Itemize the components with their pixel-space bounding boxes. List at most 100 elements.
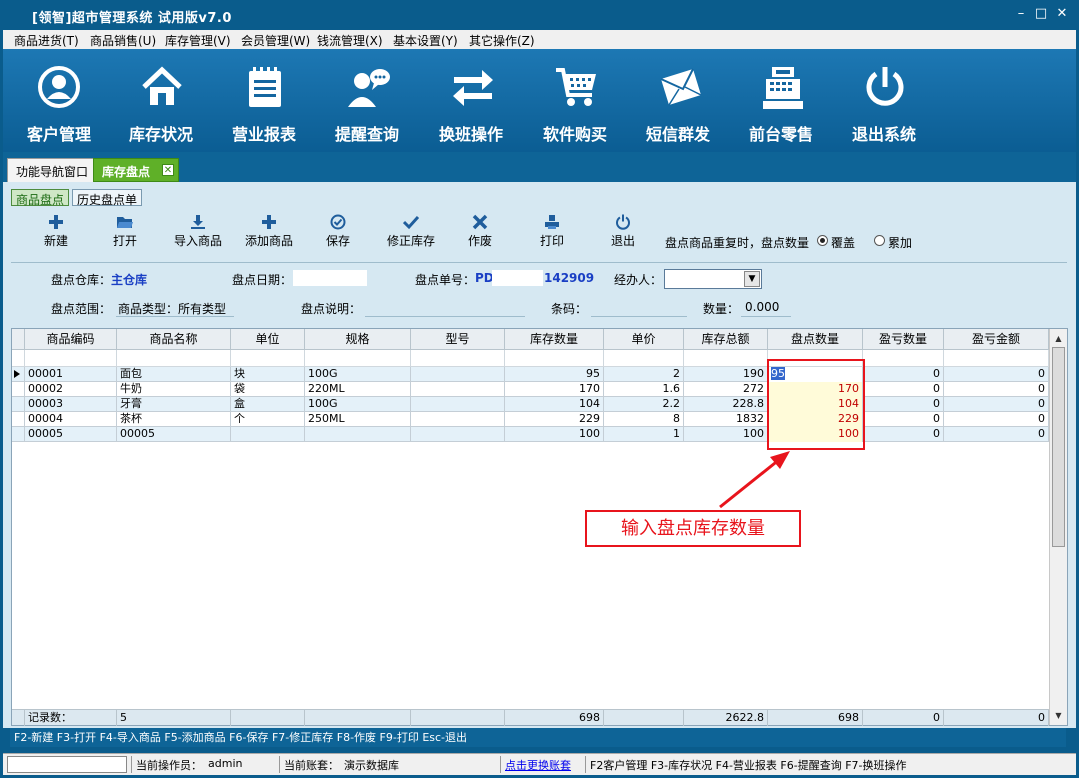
quantity-value[interactable]: 0.000 (745, 300, 779, 314)
add-goods-button[interactable]: 添加商品 (241, 214, 297, 252)
cell-unit[interactable]: 块 (231, 367, 305, 382)
cell-diff-amount[interactable]: 0 (944, 397, 1049, 412)
switch-account-link[interactable]: 点击更换账套 (505, 757, 571, 773)
tab-navigation-window[interactable]: 功能导航窗口 (7, 158, 98, 182)
cell-diff-amount[interactable]: 0 (944, 382, 1049, 397)
cell-model[interactable] (411, 367, 505, 382)
nav-customer-button[interactable]: 客户管理 (9, 49, 109, 152)
cell-name[interactable]: 00005 (117, 427, 231, 442)
nav-sms-button[interactable]: 短信群发 (628, 49, 728, 152)
cell-diff-qty[interactable]: 0 (863, 427, 944, 442)
cell-model[interactable] (411, 382, 505, 397)
cell-model[interactable] (411, 397, 505, 412)
tab-stock-check[interactable]: 库存盘点 ✕ (93, 158, 179, 182)
close-icon[interactable]: ✕ (1054, 6, 1070, 22)
barcode-field[interactable] (591, 316, 687, 317)
filter-cell[interactable] (684, 350, 768, 367)
cell-spec[interactable]: 250ML (305, 412, 411, 427)
filter-cell[interactable] (25, 350, 117, 367)
cell-code[interactable]: 00004 (25, 412, 117, 427)
void-button[interactable]: 作废 (463, 214, 497, 252)
table-row[interactable]: 00001 面包 块 100G 95 2 190 95 0 0 (12, 367, 1049, 382)
filter-cell[interactable] (117, 350, 231, 367)
cell-stock-total[interactable]: 190 (684, 367, 768, 382)
menu-other[interactable]: 其它操作(Z) (469, 32, 535, 49)
cell-diff-qty[interactable]: 0 (863, 412, 944, 427)
cell-name[interactable]: 茶杯 (117, 412, 231, 427)
nav-reminder-button[interactable]: 提醒查询 (317, 49, 417, 152)
cell-stock-total[interactable]: 100 (684, 427, 768, 442)
cell-diff-qty[interactable]: 0 (863, 382, 944, 397)
nav-shift-button[interactable]: 换班操作 (421, 49, 521, 152)
exit-button[interactable]: 退出 (606, 214, 640, 252)
cell-stock-qty[interactable]: 100 (505, 427, 604, 442)
scroll-down-icon[interactable]: ▼ (1051, 708, 1066, 723)
accumulate-radio[interactable] (874, 235, 885, 246)
cell-stock-qty[interactable]: 170 (505, 382, 604, 397)
date-field[interactable] (293, 270, 367, 286)
column-header[interactable]: 商品编码 (25, 329, 117, 350)
cell-price[interactable]: 2.2 (604, 397, 684, 412)
nav-retail-button[interactable]: 前台零售 (731, 49, 831, 152)
table-row[interactable]: 00005 00005 100 1 100 100 0 0 (12, 427, 1049, 442)
menu-cashflow[interactable]: 钱流管理(X) (317, 32, 383, 49)
cell-diff-amount[interactable]: 0 (944, 367, 1049, 382)
handler-select[interactable]: ▼ (664, 269, 762, 289)
column-header[interactable]: 单位 (231, 329, 305, 350)
column-header[interactable]: 单价 (604, 329, 684, 350)
scroll-up-icon[interactable]: ▲ (1051, 331, 1066, 346)
print-button[interactable]: 打印 (535, 214, 569, 252)
table-row[interactable]: 00003 牙膏 盒 100G 104 2.2 228.8 104 0 0 (12, 397, 1049, 412)
cell-spec[interactable] (305, 427, 411, 442)
cell-stock-total[interactable]: 1832 (684, 412, 768, 427)
filter-cell[interactable] (231, 350, 305, 367)
cell-unit[interactable]: 个 (231, 412, 305, 427)
menu-members[interactable]: 会员管理(W) (241, 32, 310, 49)
cell-spec[interactable]: 100G (305, 367, 411, 382)
grid-vertical-scrollbar[interactable]: ▲ ▼ (1049, 329, 1067, 725)
cell-spec[interactable]: 100G (305, 397, 411, 412)
cell-model[interactable] (411, 427, 505, 442)
cell-price[interactable]: 1.6 (604, 382, 684, 397)
menu-settings[interactable]: 基本设置(Y) (393, 32, 458, 49)
cell-unit[interactable]: 袋 (231, 382, 305, 397)
filter-cell[interactable] (944, 350, 1049, 367)
cell-stock-qty[interactable]: 95 (505, 367, 604, 382)
cell-code[interactable]: 00002 (25, 382, 117, 397)
column-header[interactable]: 盘点数量 (768, 329, 863, 350)
fix-stock-button[interactable]: 修正库存 (383, 214, 439, 252)
cell-name[interactable]: 牛奶 (117, 382, 231, 397)
cell-code[interactable]: 00001 (25, 367, 117, 382)
menu-sales[interactable]: 商品销售(U) (90, 32, 156, 49)
cell-stock-total[interactable]: 272 (684, 382, 768, 397)
column-header[interactable]: 库存总额 (684, 329, 768, 350)
open-button[interactable]: 打开 (108, 214, 142, 252)
maximize-icon[interactable]: □ (1033, 6, 1049, 22)
table-row[interactable]: 00004 茶杯 个 250ML 229 8 1832 229 0 0 (12, 412, 1049, 427)
new-button[interactable]: 新建 (39, 214, 73, 252)
menu-purchase[interactable]: 商品进货(T) (14, 32, 79, 49)
column-header[interactable]: 盈亏数量 (863, 329, 944, 350)
column-header[interactable]: 商品名称 (117, 329, 231, 350)
nav-purchase-button[interactable]: 软件购买 (525, 49, 625, 152)
cell-diff-amount[interactable]: 0 (944, 412, 1049, 427)
column-header[interactable]: 型号 (411, 329, 505, 350)
save-button[interactable]: 保存 (321, 214, 355, 252)
filter-cell[interactable] (411, 350, 505, 367)
filter-cell[interactable] (505, 350, 604, 367)
cell-name[interactable]: 牙膏 (117, 397, 231, 412)
column-header[interactable]: 规格 (305, 329, 411, 350)
cell-code[interactable]: 00005 (25, 427, 117, 442)
nav-exit-button[interactable]: 退出系统 (834, 49, 934, 152)
subtab-history[interactable]: 历史盘点单 (72, 189, 143, 207)
filter-cell[interactable] (863, 350, 944, 367)
nav-report-button[interactable]: 营业报表 (214, 49, 314, 152)
cell-stock-total[interactable]: 228.8 (684, 397, 768, 412)
cell-price[interactable]: 1 (604, 427, 684, 442)
cell-diff-amount[interactable]: 0 (944, 427, 1049, 442)
table-row[interactable]: 00002 牛奶 袋 220ML 170 1.6 272 170 0 0 (12, 382, 1049, 397)
column-header[interactable]: 库存数量 (505, 329, 604, 350)
cell-spec[interactable]: 220ML (305, 382, 411, 397)
import-goods-button[interactable]: 导入商品 (170, 214, 226, 252)
chevron-down-icon[interactable]: ▼ (744, 271, 760, 287)
